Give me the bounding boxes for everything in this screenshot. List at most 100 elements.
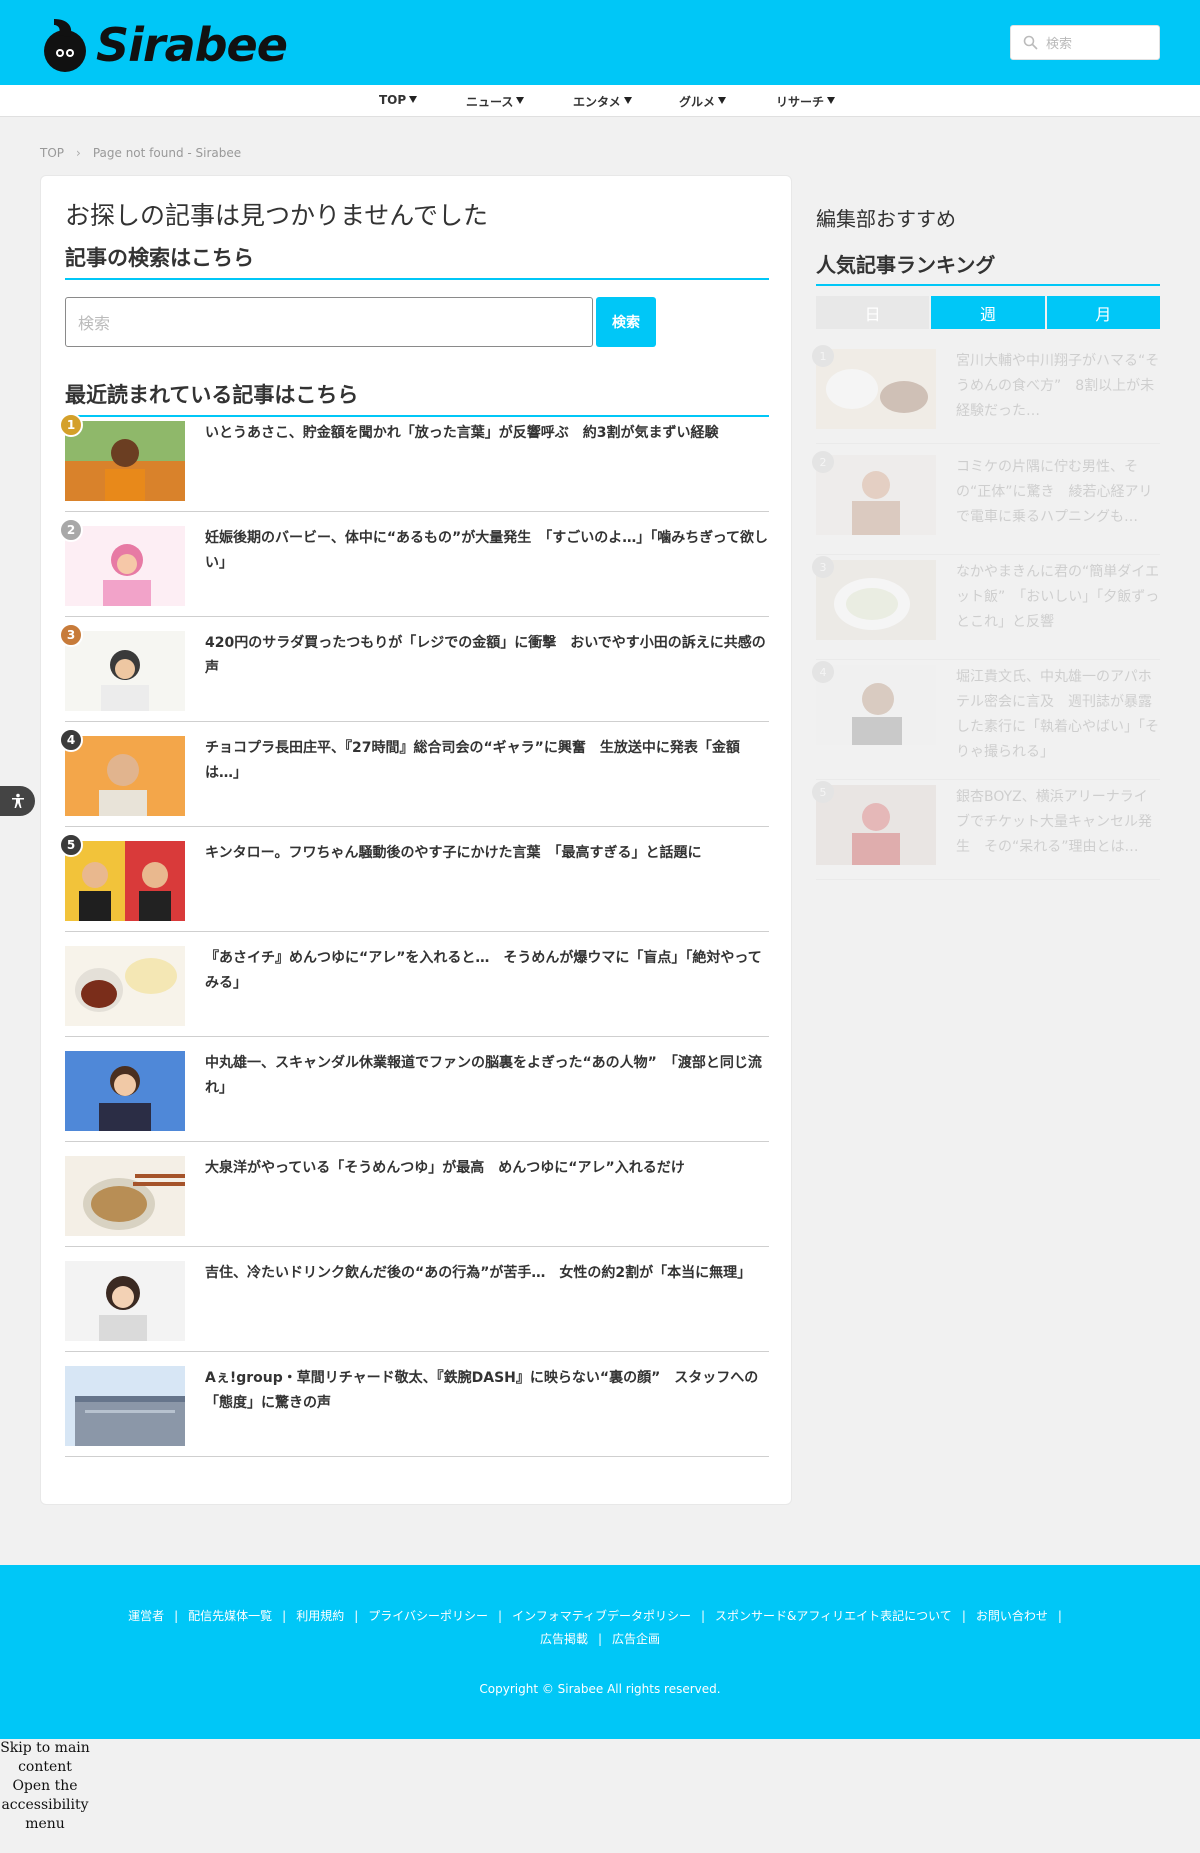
caret-down-icon bbox=[827, 97, 836, 104]
article-list-item[interactable]: 大泉洋がやっている「そうめんつゆ」が最高 めんつゆに“アレ”入れるだけ bbox=[65, 1142, 769, 1247]
article-thumbnail[interactable] bbox=[65, 631, 185, 711]
rank-badge: 4 bbox=[812, 661, 834, 683]
ranking-heading: 人気記事ランキング bbox=[816, 249, 1160, 286]
ranking-title[interactable]: なかやまきんに君の“簡単ダイエット飯” 「おいしい」「夕飯ずっとこれ」と反響 bbox=[956, 560, 1160, 635]
caret-down-icon bbox=[718, 97, 727, 104]
ranking-item[interactable]: 1 宮川大輔や中川翔子がハマる“そうめんの食べ方” 8割以上が未経験だった… bbox=[812, 345, 1160, 444]
rank-badge: 1 bbox=[812, 345, 834, 367]
article-title[interactable]: 420円のサラダ買ったつもりが「レジでの金額」に衝撃 おいでやす小田の訴えに共感… bbox=[205, 631, 769, 681]
tab-day[interactable]: 日 bbox=[816, 296, 930, 329]
ranking-title[interactable]: コミケの片隅に佇む男性、その“正体”に驚き 綾若心経アリで電車に乗るハプニングも… bbox=[956, 455, 1160, 530]
ranking-thumbnail[interactable] bbox=[816, 455, 936, 535]
article-thumbnail[interactable] bbox=[65, 736, 185, 816]
site-logo[interactable]: Sirabee bbox=[40, 14, 288, 76]
accessibility-icon bbox=[11, 793, 24, 808]
article-list-item[interactable]: 3 420円のサラダ買ったつもりが「レジでの金額」に衝撃 おいでやす小田の訴えに共… bbox=[59, 617, 769, 722]
footer-link[interactable]: 広告掲載 bbox=[540, 1632, 588, 1646]
article-list-item[interactable]: 吉住、冷たいドリンク飲んだ後の“あの行為”が苦手… 女性の約2割が「本当に無理」 bbox=[65, 1247, 769, 1352]
search-button[interactable]: 検索 bbox=[596, 297, 656, 347]
article-list-item[interactable]: 5 キンタロー。フワちゃん騒動後のやす子にかけた言葉 「最高すぎる」と話題に bbox=[59, 827, 769, 932]
ranking-thumbnail[interactable] bbox=[816, 560, 936, 640]
footer-link[interactable]: 運営者 bbox=[128, 1609, 164, 1623]
header-search-input[interactable]: 検索 bbox=[1010, 25, 1160, 60]
rank-badge: 2 bbox=[59, 518, 83, 542]
nav-item-gourmet[interactable]: グルメ bbox=[679, 93, 727, 110]
article-title[interactable]: 吉住、冷たいドリンク飲んだ後の“あの行為”が苦手… 女性の約2割が「本当に無理」 bbox=[205, 1261, 769, 1286]
footer-link[interactable]: スポンサード&アフィリエイト表記について bbox=[715, 1609, 952, 1623]
ranking-item[interactable]: 5 銀杏BOYZ、横浜アリーナライブでチケット大量キャンセル発生 その“呆れる”理… bbox=[812, 781, 1160, 880]
article-thumbnail[interactable] bbox=[65, 526, 185, 606]
ranking-item[interactable]: 2 コミケの片隅に佇む男性、その“正体”に驚き 綾若心経アリで電車に乗るハプニング… bbox=[812, 451, 1160, 555]
article-title[interactable]: 『あさイチ』めんつゆに“アレ”を入れると… そうめんが爆ウマに「盲点」「絶対やっ… bbox=[205, 946, 769, 996]
footer-link[interactable]: プライバシーポリシー bbox=[368, 1609, 488, 1623]
article-title[interactable]: チョコプラ長田庄平、『27時間』総合司会の“ギャラ”に興奮 生放送中に発表「金額… bbox=[205, 736, 769, 786]
header-search-placeholder: 検索 bbox=[1046, 37, 1073, 52]
footer-link[interactable]: 利用規約 bbox=[296, 1609, 344, 1623]
rank-badge: 2 bbox=[812, 451, 834, 473]
recommend-heading: 編集部おすすめ bbox=[816, 207, 956, 231]
article-title[interactable]: 妊娠後期のバービー、体中に“あるもの”が大量発生 「すごいのよ…」「噛みちぎって… bbox=[205, 526, 769, 576]
rank-badge: 3 bbox=[812, 556, 834, 578]
tab-month[interactable]: 月 bbox=[1046, 296, 1160, 329]
accessibility-button[interactable] bbox=[0, 786, 35, 816]
nav-label: TOP bbox=[379, 93, 407, 107]
ranking-thumbnail[interactable] bbox=[816, 349, 936, 429]
footer-link[interactable]: インフォマティブデータポリシー bbox=[512, 1609, 691, 1623]
ranking-item[interactable]: 3 なかやまきんに君の“簡単ダイエット飯” 「おいしい」「夕飯ずっとこれ」と反響 bbox=[812, 556, 1160, 660]
skip-to-main-link[interactable]: Skip to main content bbox=[0, 1739, 90, 1777]
article-title[interactable]: キンタロー。フワちゃん騒動後のやす子にかけた言葉 「最高すぎる」と話題に bbox=[205, 841, 769, 866]
ranking-thumbnail[interactable] bbox=[816, 785, 936, 865]
ranking-thumbnail[interactable] bbox=[816, 665, 936, 745]
footer-links: 運営者 | 配信先媒体一覧 | 利用規約 | プライバシーポリシー | インフォマティブデータポ… bbox=[128, 1609, 1062, 1646]
open-accessibility-menu-link[interactable]: Open the accessibility menu bbox=[0, 1777, 90, 1834]
article-list-item[interactable]: 4 チョコプラ長田庄平、『27時間』総合司会の“ギャラ”に興奮 生放送中に発表「金… bbox=[59, 722, 769, 827]
nav-item-entame[interactable]: エンタメ bbox=[573, 93, 632, 110]
breadcrumb: TOP › Page not found - Sirabee bbox=[40, 146, 241, 160]
nav-label: グルメ bbox=[679, 95, 716, 109]
caret-down-icon bbox=[516, 97, 525, 104]
caret-down-icon bbox=[409, 95, 418, 103]
article-thumbnail[interactable] bbox=[65, 841, 185, 921]
skip-links: Skip to main content Open the accessibil… bbox=[0, 1739, 90, 1834]
article-title[interactable]: Aぇ!group・草間リチャード敬太、『鉄腕DASH』に映らない“裏の顔” スタ… bbox=[205, 1366, 769, 1416]
article-thumbnail[interactable] bbox=[65, 1261, 185, 1341]
article-search-input[interactable]: 検索 bbox=[65, 297, 593, 347]
ranking-title[interactable]: 宮川大輔や中川翔子がハマる“そうめんの食べ方” 8割以上が未経験だった… bbox=[956, 349, 1160, 424]
nav-label: ニュース bbox=[466, 95, 514, 109]
breadcrumb-current: Page not found - Sirabee bbox=[92, 146, 242, 160]
footer-link[interactable]: 配信先媒体一覧 bbox=[188, 1609, 272, 1623]
article-list-item[interactable]: Aぇ!group・草間リチャード敬太、『鉄腕DASH』に映らない“裏の顔” スタ… bbox=[65, 1352, 769, 1457]
article-title[interactable]: いとうあさこ、貯金額を聞かれ「放った言葉」が反響呼ぶ 約3割が気まずい経験 bbox=[205, 421, 769, 446]
article-thumbnail[interactable] bbox=[65, 1051, 185, 1131]
nav-item-top[interactable]: TOP bbox=[379, 93, 418, 107]
breadcrumb-home[interactable]: TOP bbox=[40, 146, 64, 160]
logo-text: Sirabee bbox=[96, 18, 288, 72]
site-footer: 運営者 | 配信先媒体一覧 | 利用規約 | プライバシーポリシー | インフォマティブデータポ… bbox=[0, 1565, 1200, 1739]
footer-link[interactable]: お問い合わせ bbox=[976, 1609, 1048, 1623]
footer-link[interactable]: 広告企画 bbox=[612, 1632, 660, 1646]
article-list-item[interactable]: 『あさイチ』めんつゆに“アレ”を入れると… そうめんが爆ウマに「盲点」「絶対やっ… bbox=[65, 932, 769, 1037]
rank-badge: 5 bbox=[59, 833, 83, 857]
article-list-item[interactable]: 1 いとうあさこ、貯金額を聞かれ「放った言葉」が反響呼ぶ 約3割が気まずい経験 bbox=[59, 407, 769, 512]
article-thumbnail[interactable] bbox=[65, 1156, 185, 1236]
logo-mark-icon bbox=[40, 15, 90, 75]
site-header: Sirabee 検索 bbox=[0, 0, 1200, 85]
rank-badge: 4 bbox=[59, 728, 83, 752]
article-thumbnail[interactable] bbox=[65, 421, 185, 501]
rank-badge: 5 bbox=[812, 781, 834, 803]
article-list-item[interactable]: 中丸雄一、スキャンダル休業報道でファンの脳裏をよぎった“あの人物” 「渡部と同じ… bbox=[65, 1037, 769, 1142]
article-list-item[interactable]: 2 妊娠後期のバービー、体中に“あるもの”が大量発生 「すごいのよ…」「噛みちぎっ… bbox=[59, 512, 769, 617]
nav-label: リサーチ bbox=[776, 95, 825, 109]
article-title[interactable]: 大泉洋がやっている「そうめんつゆ」が最高 めんつゆに“アレ”入れるだけ bbox=[205, 1156, 769, 1181]
rank-badge: 1 bbox=[59, 413, 83, 437]
tab-week[interactable]: 週 bbox=[931, 296, 1045, 329]
article-thumbnail[interactable] bbox=[65, 1366, 185, 1446]
ranking-title[interactable]: 堀江貴文氏、中丸雄一のアパホテル密会に言及 週刊誌が暴露した素行に「執着心やばい… bbox=[956, 665, 1160, 765]
ranking-title[interactable]: 銀杏BOYZ、横浜アリーナライブでチケット大量キャンセル発生 その“呆れる”理由… bbox=[956, 785, 1160, 860]
article-thumbnail[interactable] bbox=[65, 946, 185, 1026]
nav-item-research[interactable]: リサーチ bbox=[776, 93, 836, 110]
article-title[interactable]: 中丸雄一、スキャンダル休業報道でファンの脳裏をよぎった“あの人物” 「渡部と同じ… bbox=[205, 1051, 769, 1101]
nav-item-news[interactable]: ニュース bbox=[466, 93, 525, 110]
ranking-item[interactable]: 4 堀江貴文氏、中丸雄一のアパホテル密会に言及 週刊誌が暴露した素行に「執着心やば… bbox=[812, 661, 1160, 780]
main-nav: TOP ニュース エンタメ グルメ リサーチ bbox=[0, 85, 1200, 117]
